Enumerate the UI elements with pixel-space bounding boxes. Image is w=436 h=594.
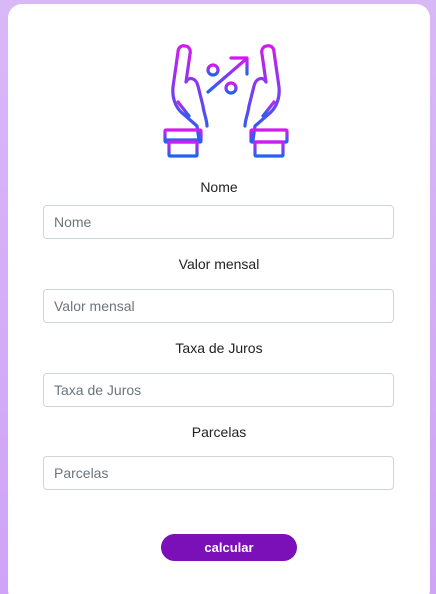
form-card: Nome Valor mensal Taxa de Juros Parcelas… [8,4,430,594]
parcelas-input[interactable] [43,456,394,490]
valor-mensal-label: Valor mensal [178,256,260,272]
parcelas-label: Parcelas [191,424,247,440]
taxa-de-juros-label: Taxa de Juros [175,340,263,356]
nome-label: Nome [200,179,238,195]
nome-input[interactable] [43,205,394,239]
hands-percent-growth-icon [163,44,289,158]
taxa-de-juros-input[interactable] [43,373,394,407]
calcular-button[interactable]: calcular [161,534,297,561]
valor-mensal-input[interactable] [43,289,394,323]
